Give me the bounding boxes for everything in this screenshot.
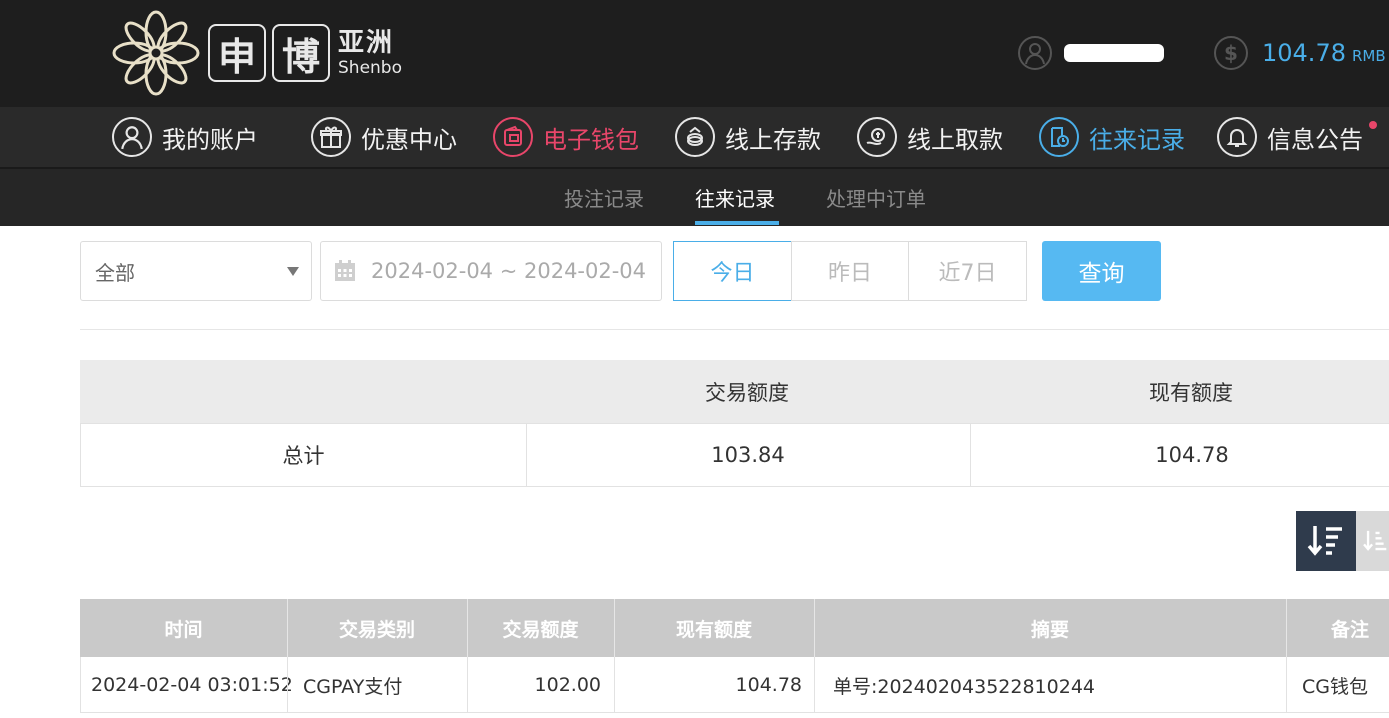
nav-label: 线上取款 bbox=[907, 125, 1003, 154]
logo-en-text: Shenbo bbox=[338, 57, 402, 78]
summary-header: 交易额度 现有额度 bbox=[80, 360, 1389, 423]
avatar-icon bbox=[1018, 36, 1052, 70]
column-header[interactable]: 备注 bbox=[1286, 599, 1389, 657]
logo-char-box: 申 bbox=[208, 24, 266, 82]
summary-row: 总计 103.84 104.78 bbox=[80, 423, 1389, 487]
nav-announcements[interactable]: 信息公告 bbox=[1217, 107, 1377, 167]
quick-today-button[interactable]: 今日 bbox=[673, 241, 792, 301]
logo-text: 亚洲 Shenbo bbox=[338, 30, 402, 77]
tab-transaction-records[interactable]: 往来记录 bbox=[695, 183, 775, 212]
sub-nav: 投注记录 往来记录 处理中订单 bbox=[0, 169, 1389, 226]
nav-e-wallet[interactable]: 电子钱包 bbox=[493, 107, 639, 167]
column-header[interactable]: 交易额度 bbox=[467, 599, 614, 657]
nav-online-withdraw[interactable]: 线上取款 bbox=[857, 107, 1003, 167]
user-info[interactable] bbox=[1018, 33, 1164, 73]
nav-label: 线上存款 bbox=[725, 125, 821, 154]
top-header: 申 博 亚洲 Shenbo $ 104.78 RMB bbox=[0, 0, 1389, 107]
tab-bet-records[interactable]: 投注记录 bbox=[564, 183, 644, 212]
dollar-icon: $ bbox=[1214, 36, 1248, 70]
cell-trade-amount: 102.00 bbox=[534, 674, 601, 696]
summary-header-cell: 现有额度 bbox=[1149, 380, 1233, 405]
column-header[interactable]: 交易类别 bbox=[287, 599, 467, 657]
type-select[interactable]: 全部 bbox=[80, 241, 312, 301]
gift-icon bbox=[311, 117, 351, 157]
divider bbox=[1286, 657, 1287, 713]
quick-7days-button[interactable]: 近7日 bbox=[908, 241, 1027, 301]
nav-label: 我的账户 bbox=[162, 125, 258, 154]
nav-online-deposit[interactable]: 线上存款 bbox=[675, 107, 821, 167]
nav-promotions[interactable]: 优惠中心 bbox=[311, 107, 457, 167]
records-header: 时间 交易类别 交易额度 现有额度 摘要 备注 bbox=[80, 599, 1389, 657]
sort-descending-icon bbox=[1307, 526, 1342, 556]
withdraw-icon bbox=[857, 117, 897, 157]
query-button[interactable]: 查询 bbox=[1042, 241, 1161, 301]
column-header[interactable]: 摘要 bbox=[814, 599, 1286, 657]
nav-label: 往来记录 bbox=[1089, 125, 1185, 154]
cell-summary: 单号:202402043522810244 bbox=[833, 675, 1095, 698]
summary-header-cell: 交易额度 bbox=[705, 380, 789, 405]
balance-unit: RMB bbox=[1351, 47, 1386, 65]
sort-ascending-icon bbox=[1363, 530, 1387, 551]
records-icon bbox=[1039, 117, 1079, 157]
bell-icon bbox=[1217, 117, 1257, 157]
deposit-icon bbox=[675, 117, 715, 157]
calendar-icon bbox=[335, 260, 355, 281]
balance-display: $ 104.78 RMB bbox=[1214, 33, 1386, 73]
table-row[interactable]: 2024-02-04 03:01:52 CGPAY支付 102.00 104.7… bbox=[80, 657, 1389, 713]
user-icon bbox=[112, 117, 152, 157]
summary-header-cell bbox=[80, 360, 525, 423]
active-tab-underline bbox=[695, 221, 779, 225]
column-header[interactable]: 时间 bbox=[80, 599, 287, 657]
summary-current-amount: 104.78 bbox=[1155, 443, 1229, 467]
divider bbox=[287, 657, 288, 713]
flower-logo-icon bbox=[112, 10, 200, 96]
logo-cn-text: 亚洲 bbox=[338, 27, 395, 58]
quick-yesterday-button[interactable]: 昨日 bbox=[791, 241, 909, 301]
cell-type: CGPAY支付 bbox=[303, 675, 403, 698]
logo-char-box: 博 bbox=[272, 24, 330, 82]
type-select-value: 全部 bbox=[95, 260, 135, 285]
cell-note: CG钱包 bbox=[1302, 675, 1368, 698]
sort-desc-button[interactable] bbox=[1296, 511, 1356, 571]
sort-asc-button[interactable] bbox=[1356, 511, 1389, 571]
tab-pending-orders[interactable]: 处理中订单 bbox=[826, 183, 926, 212]
wallet-icon bbox=[493, 117, 533, 157]
balance-value: 104.78 bbox=[1262, 39, 1346, 67]
cell-time: 2024-02-04 03:01:52 bbox=[91, 674, 293, 696]
cell-current-amount: 104.78 bbox=[735, 674, 802, 696]
nav-label: 电子钱包 bbox=[543, 125, 639, 154]
summary-total-label: 总计 bbox=[282, 444, 325, 468]
summary-trade-amount: 103.84 bbox=[711, 443, 785, 467]
date-range-value: 2024-02-04 ~ 2024-02-04 bbox=[371, 259, 647, 283]
column-header[interactable]: 现有额度 bbox=[614, 599, 814, 657]
notification-dot bbox=[1369, 121, 1377, 129]
nav-my-account[interactable]: 我的账户 bbox=[112, 107, 258, 167]
nav-label: 优惠中心 bbox=[361, 125, 457, 154]
main-nav: 我的账户 优惠中心 电子钱包 线上存款 线上取款 往来记录 信息公告 bbox=[0, 107, 1389, 169]
username-redacted bbox=[1064, 44, 1164, 62]
divider bbox=[814, 657, 815, 713]
caret-down-icon bbox=[287, 267, 299, 276]
nav-label: 信息公告 bbox=[1267, 125, 1363, 154]
brand-logo[interactable]: 申 博 亚洲 Shenbo bbox=[110, 8, 402, 98]
nav-transaction-records[interactable]: 往来记录 bbox=[1039, 107, 1185, 167]
date-range-input[interactable]: 2024-02-04 ~ 2024-02-04 bbox=[320, 241, 662, 301]
divider bbox=[80, 329, 1389, 330]
